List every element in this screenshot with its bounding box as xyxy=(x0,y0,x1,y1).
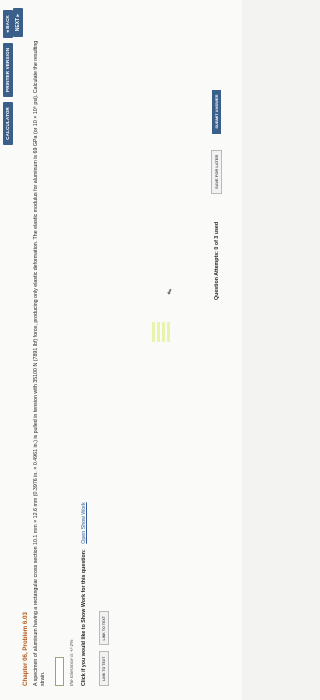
mouse-cursor-icon: ⬉ xyxy=(164,286,175,297)
highlight-marks xyxy=(152,322,172,342)
show-work-row: Click if you would like to Show Work for… xyxy=(81,26,87,686)
link-to-text-button-2[interactable]: LINK TO TEXT xyxy=(98,611,109,646)
link-to-text-button[interactable]: LINK TO TEXT xyxy=(98,651,109,686)
problem-text: A specimen of aluminum having a rectangu… xyxy=(33,40,47,686)
show-work-prompt: Click if you would like to Show Work for… xyxy=(80,549,87,686)
highlight-bar xyxy=(162,322,165,342)
footer-bar: Question Attempts: 0 of 3 used SAVE FOR … xyxy=(211,89,222,300)
problem-title: Chapter 06, Problem 6.03 xyxy=(22,612,29,686)
top-toolbar: CALCULATOR PRINTER VERSION ◂ BACK xyxy=(3,10,13,145)
highlight-bar xyxy=(167,322,170,342)
open-show-work-link[interactable]: Open Show Work xyxy=(81,502,87,543)
question-panel: Chapter 06, Problem 6.03 A specimen of a… xyxy=(22,26,109,686)
highlight-bar xyxy=(152,322,155,342)
tolerance-text: the tolerance is +/-2% xyxy=(69,639,75,686)
highlight-bar xyxy=(157,322,160,342)
submit-answer-button[interactable]: SUBMIT ANSWER xyxy=(212,89,221,134)
answer-input[interactable] xyxy=(54,657,64,686)
attempts-counter: Question Attempts: 0 of 3 used xyxy=(213,221,220,300)
save-for-later-button[interactable]: SAVE FOR LATER xyxy=(211,149,222,194)
link-buttons: LINK TO TEXT LINK TO TEXT xyxy=(98,26,109,686)
back-button[interactable]: ◂ BACK xyxy=(3,10,13,38)
page-canvas: CALCULATOR PRINTER VERSION ◂ BACK NEXT ▸… xyxy=(0,0,242,700)
printer-version-button[interactable]: PRINTER VERSION xyxy=(3,42,13,97)
calculator-button[interactable]: CALCULATOR xyxy=(3,101,13,145)
